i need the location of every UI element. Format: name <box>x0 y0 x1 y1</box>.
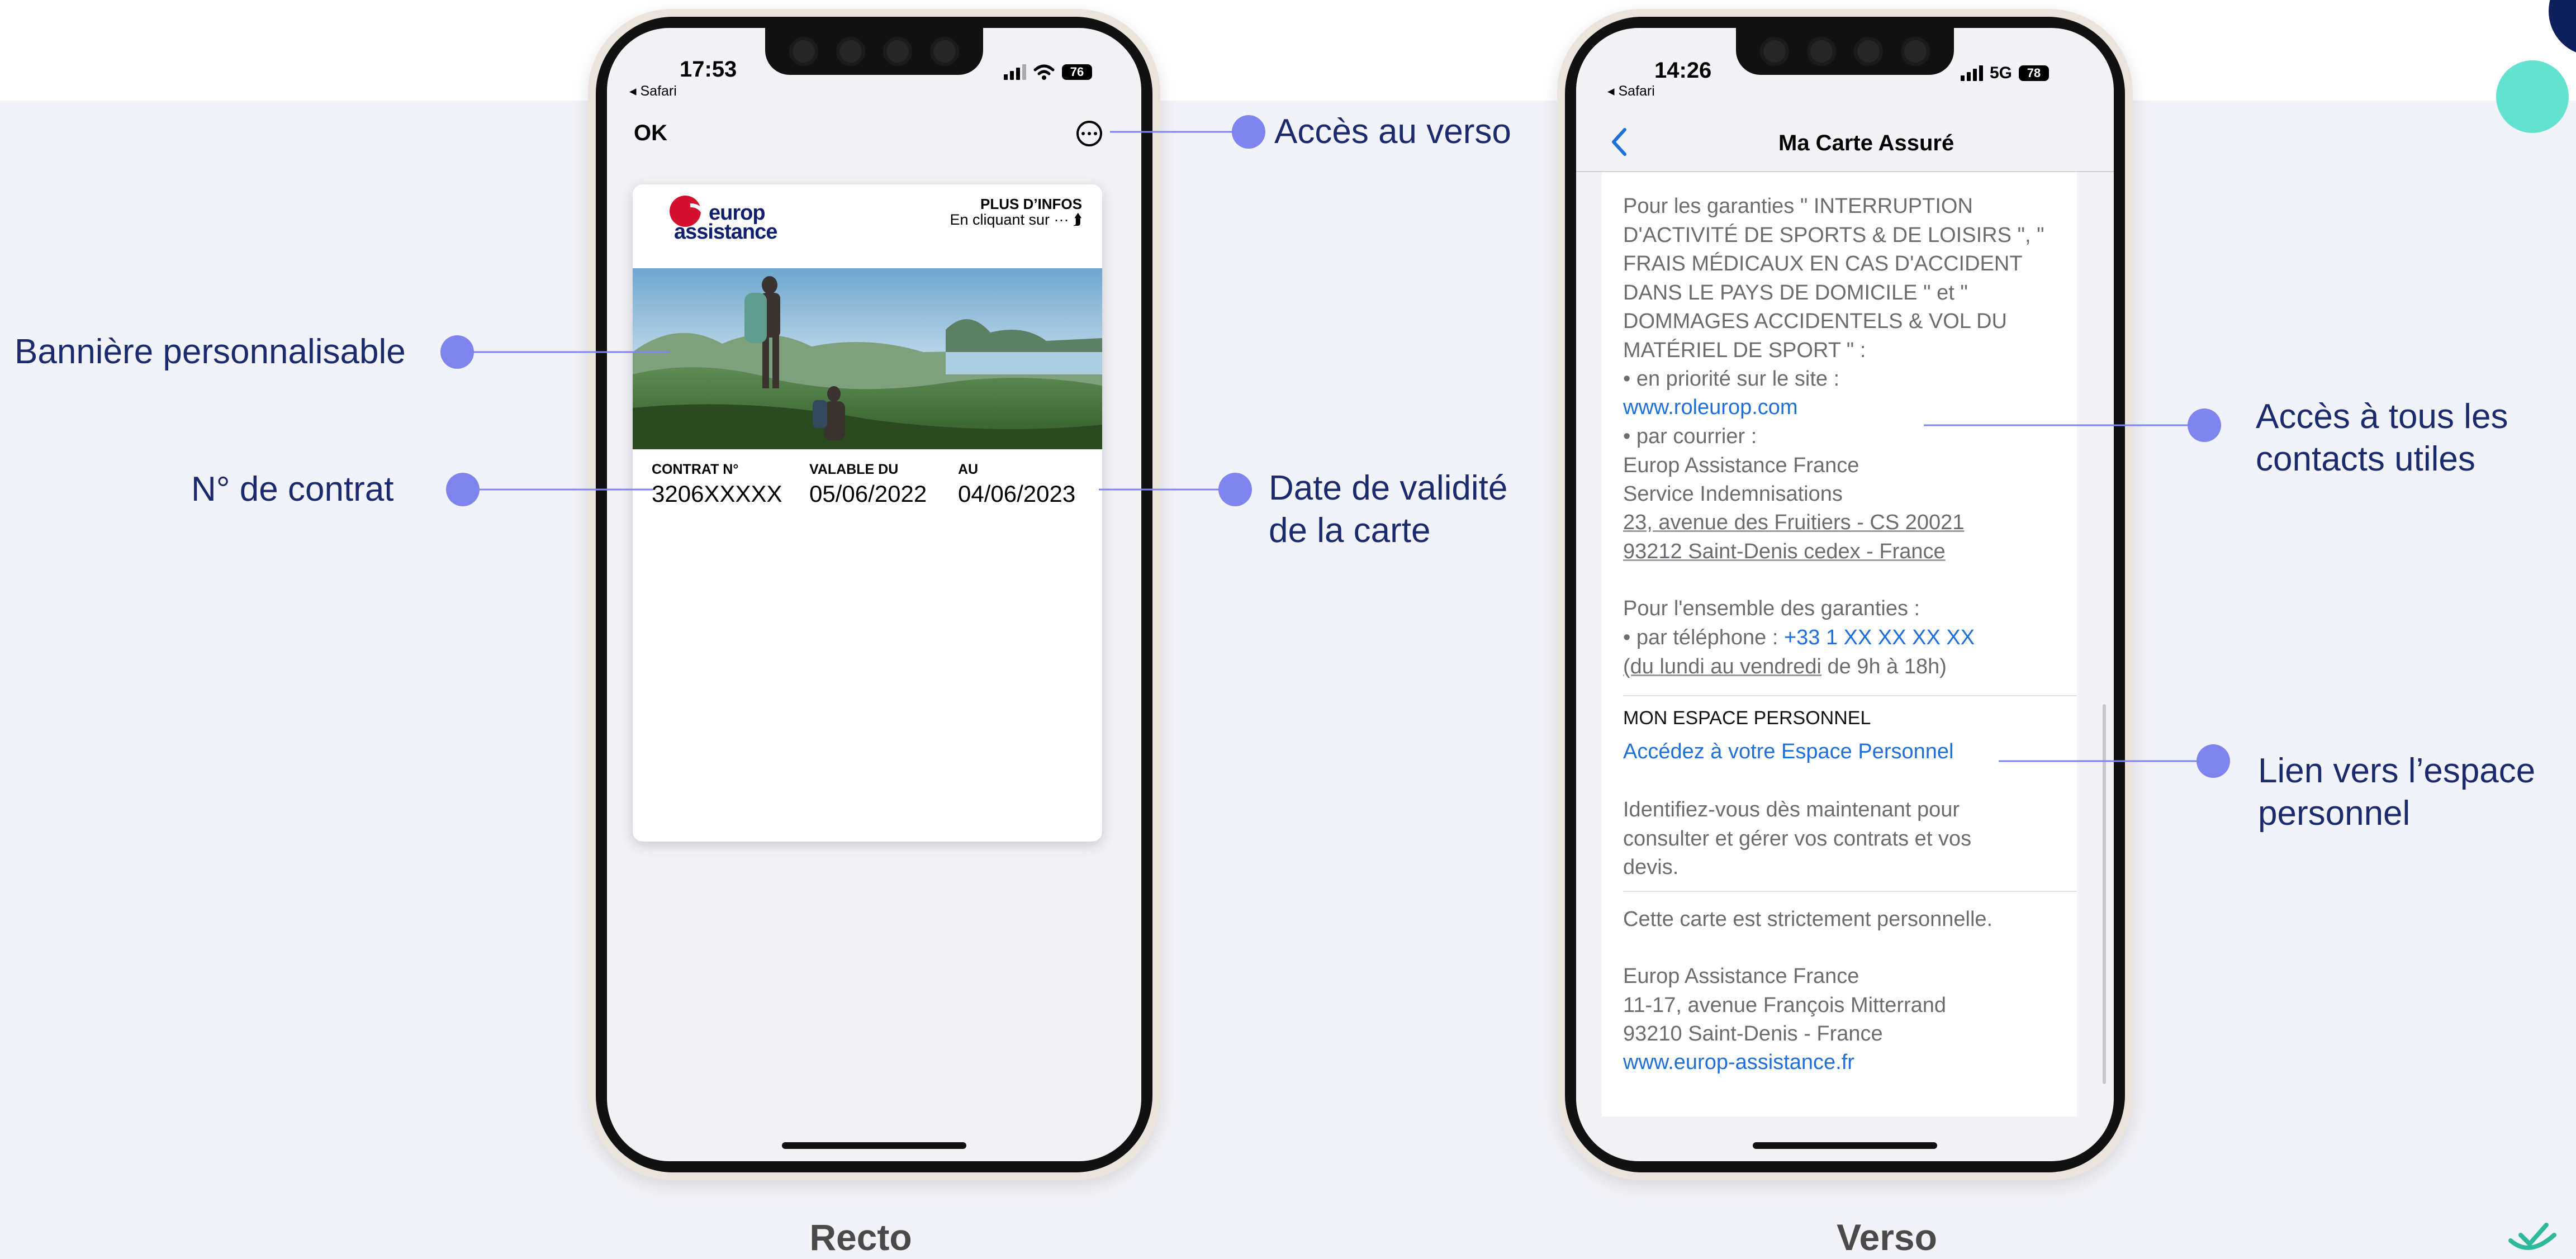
phone-number-link[interactable]: +33 1 XX XX XX XX <box>1784 626 1975 649</box>
signal-icon <box>1961 65 1983 81</box>
sensor-icon <box>836 37 865 66</box>
europ-assistance-website-link[interactable]: www.europ-assistance.fr <box>1623 1048 1854 1077</box>
annotation-contacts: Accès à tous les contacts utiles <box>2256 397 2508 478</box>
annotation-acces-verso: Accès au verso <box>1274 112 1511 151</box>
phone-verso: 14:26 ◂ Safari 5G 78 Ma Carte Assuré Pou… <box>1557 9 2133 1180</box>
chevron-left-icon[interactable] <box>1611 127 1628 156</box>
ok-button[interactable]: OK <box>634 121 667 146</box>
annotation-validite: Date de validité de la carte <box>1269 469 1508 550</box>
contract-number-label: CONTRAT N° <box>652 462 739 477</box>
network-type: 5G <box>1990 64 2013 82</box>
phone-recto: 17:53 ◂ Safari 76 OK europ assistance PL… <box>588 9 1160 1180</box>
decorative-circle-teal <box>2496 60 2569 133</box>
status-icons: 76 <box>1004 64 1092 80</box>
courier-text: • par courrier : Europ Assistance France S… <box>1623 425 1859 506</box>
card-back-content: Pour les garanties " INTERRUPTION D'ACTIV… <box>1602 172 2077 1117</box>
battery-icon: 78 <box>2019 65 2050 81</box>
espace-description: Identifiez-vous dès maintenant pour consu… <box>1623 798 1972 879</box>
section-divider <box>1623 695 2077 696</box>
espace-personnel-link[interactable]: Accédez à votre Espace Personnel <box>1623 738 1953 767</box>
ellipsis-circle-icon[interactable] <box>1076 121 1102 146</box>
section-divider <box>1623 891 2077 892</box>
company-address: Europ Assistance France 11-17, avenue Fra… <box>1623 965 1947 1046</box>
roleurop-link[interactable]: www.roleurop.com <box>1623 393 1798 422</box>
annotation-espace: Lien vers l’espace personnel <box>2258 752 2536 833</box>
logo-mark-icon <box>670 196 701 227</box>
more-info-title: PLUS D’INFOS <box>980 196 1082 212</box>
annotation-contrat: N° de contrat <box>191 470 394 509</box>
connector-line <box>457 351 670 353</box>
sensor-icon <box>930 37 959 66</box>
annotation-banniere: Bannière personnalisable <box>15 332 406 371</box>
camera-icon <box>789 37 818 66</box>
annotation-dot <box>2188 408 2221 442</box>
phone-contact-line: • par téléphone : +33 1 XX XX XX XX <box>1623 626 1975 649</box>
brand-logo-icon <box>2508 1223 2556 1250</box>
guarantees-text: Pour les garanties " INTERRUPTION D'ACTIV… <box>1623 194 2044 391</box>
opening-hours: (du lundi au vendredi de 9h à 18h) <box>1623 655 1947 678</box>
screen-recto: 17:53 ◂ Safari 76 OK europ assistance PL… <box>607 28 1141 1161</box>
annotation-dot <box>2197 744 2230 778</box>
status-time: 17:53 <box>680 57 737 82</box>
back-to-app-link[interactable]: ◂ Safari <box>1607 83 1655 99</box>
back-to-app-link[interactable]: ◂ Safari <box>629 83 677 99</box>
valid-to-label: AU <box>958 462 979 477</box>
notch <box>1736 28 1954 75</box>
connector-line <box>1924 424 2204 426</box>
home-indicator[interactable] <box>1753 1142 1937 1149</box>
caption-verso: Verso <box>1837 1217 1937 1258</box>
screen-verso: 14:26 ◂ Safari 5G 78 Ma Carte Assuré Pou… <box>1576 28 2114 1161</box>
personal-card-note: Cette carte est strictement personnelle. <box>1623 908 1993 931</box>
europ-assistance-logo: europ assistance <box>670 196 777 243</box>
postal-address-link[interactable]: 23, avenue des Fruitiers - CS 20021 93212… <box>1623 509 1964 566</box>
connector-line <box>463 488 653 491</box>
battery-icon: 76 <box>1062 64 1092 80</box>
header-band <box>0 0 2576 101</box>
valid-from-value: 05/06/2022 <box>809 481 927 507</box>
connector-line <box>1099 488 1235 491</box>
connector-line <box>1110 131 1249 133</box>
more-info-hint: En cliquant sur ··· ⮭ <box>950 211 1082 228</box>
contract-number-value: 3206XXXXX <box>652 481 782 507</box>
annotation-dot <box>1218 473 1252 506</box>
valid-to-value: 04/06/2023 <box>958 481 1076 507</box>
wifi-icon <box>1033 64 1055 80</box>
insurance-card[interactable]: europ assistance PLUS D’INFOS En cliquan… <box>633 184 1102 842</box>
home-indicator[interactable] <box>782 1142 966 1149</box>
annotation-dot <box>1232 115 1265 149</box>
sensor-icon <box>1901 37 1930 66</box>
caption-recto: Recto <box>809 1217 912 1258</box>
valid-from-label: VALABLE DU <box>809 462 899 477</box>
sensor-icon <box>883 37 912 66</box>
notch <box>765 28 983 75</box>
connector-line <box>1999 760 2213 762</box>
sensor-icon <box>1807 37 1836 66</box>
sensor-icon <box>1854 37 1883 66</box>
page-title: Ma Carte Assuré <box>1778 131 1954 155</box>
section-title-espace: MON ESPACE PERSONNEL <box>1623 707 1871 729</box>
signal-icon <box>1004 64 1026 80</box>
status-icons: 5G 78 <box>1961 64 2050 83</box>
custom-banner-image <box>633 268 1102 449</box>
status-time: 14:26 <box>1654 58 1712 83</box>
camera-icon <box>1760 37 1789 66</box>
all-guarantees-title: Pour l'ensemble des garanties : <box>1623 597 1920 620</box>
